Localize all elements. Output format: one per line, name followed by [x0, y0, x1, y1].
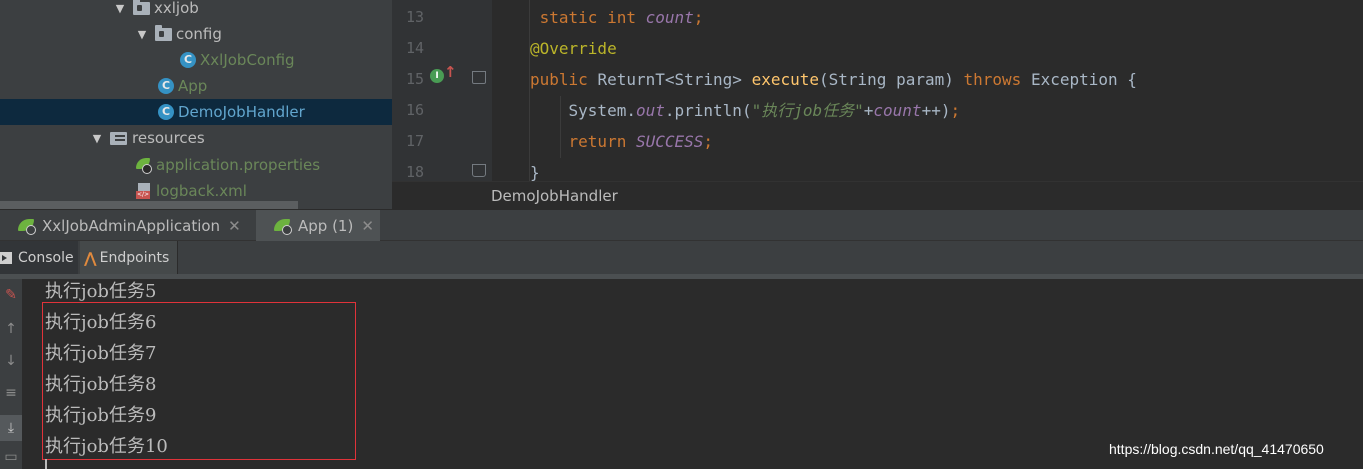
line-number: 18 — [405, 163, 424, 181]
code-token: out — [635, 101, 665, 120]
code-line: } — [530, 157, 540, 181]
code-token: .println( — [664, 101, 752, 120]
line-number: 15 — [405, 70, 424, 88]
tree-item-label: logback.xml — [156, 182, 247, 200]
run-tab-xxljobadminapplication[interactable]: XxlJobAdminApplication ✕ — [0, 210, 256, 241]
tree-item-label: App — [178, 77, 208, 95]
code-token: execute — [751, 70, 819, 89]
tab-console-label: Console — [18, 249, 74, 266]
clear-console-icon[interactable]: ✎ — [0, 287, 22, 303]
code-line: static int count; — [530, 2, 704, 33]
code-token: throws — [963, 70, 1031, 89]
class-icon: C — [180, 52, 196, 68]
code-token: } — [530, 163, 540, 181]
tree-item-label: DemoJobHandler — [178, 103, 305, 121]
console-line: 执行job任务5 — [45, 281, 157, 302]
code-line: public ReturnT<String> execute(String pa… — [530, 64, 1137, 95]
up-arrow-icon[interactable]: ↑ — [0, 321, 22, 337]
close-icon[interactable]: ✕ — [361, 217, 374, 235]
code-token: + — [863, 101, 874, 120]
close-icon[interactable]: ✕ — [228, 217, 241, 235]
class-icon: C — [158, 104, 174, 120]
spring-boot-icon — [18, 218, 36, 235]
code-token: return — [530, 132, 636, 151]
navigate-up-arrow-icon[interactable]: ↑ — [444, 63, 457, 81]
print-icon[interactable]: ▭ — [0, 449, 22, 465]
code-token: ; — [703, 132, 714, 151]
tree-item-application-properties[interactable]: application.properties — [0, 152, 392, 178]
tab-endpoints[interactable]: ⋀ Endpoints — [80, 241, 178, 274]
run-tab-app[interactable]: App (1) ✕ — [256, 210, 380, 241]
folder-icon — [133, 0, 150, 15]
line-number: 14 — [405, 39, 424, 57]
tree-item-xxljob[interactable]: ▼ xxljob — [0, 0, 392, 21]
code-line: @Override — [530, 33, 617, 64]
tree-item-xxljobconfig[interactable]: C XxlJobConfig — [0, 47, 392, 73]
expand-arrow-icon[interactable]: ▼ — [135, 28, 149, 41]
project-tree: ▼ xxljob ▼ config C XxlJobConfig C App C… — [0, 0, 392, 209]
xml-file-icon: </> — [136, 183, 152, 199]
tree-item-label: config — [176, 25, 222, 43]
code-token: ; — [693, 8, 704, 27]
scroll-to-end-icon[interactable]: ⤓ — [0, 415, 22, 441]
code-token: "执行job任务" — [751, 101, 864, 120]
console-side-toolbar: ✎ ↑ ↓ ≡ ⤓ ▭ — [0, 279, 22, 469]
implements-method-icon[interactable]: I — [430, 69, 444, 83]
console-toolbar: Console ⋀ Endpoints — [0, 241, 1363, 274]
console-icon — [0, 251, 12, 264]
code-token: SUCCESS — [635, 132, 704, 151]
code-token: count — [873, 101, 922, 120]
expand-arrow-icon[interactable]: ▼ — [113, 2, 127, 15]
code-token: Exception { — [1030, 70, 1137, 89]
code-token: @Override — [530, 39, 617, 58]
tree-item-resources[interactable]: ▼ resources — [0, 125, 392, 151]
tab-console[interactable]: Console — [0, 241, 78, 274]
watermark: https://blog.csdn.net/qq_41470650 — [1109, 441, 1324, 457]
down-arrow-icon[interactable]: ↓ — [0, 353, 22, 369]
tree-item-label: application.properties — [156, 156, 321, 174]
run-tab-label: App (1) — [298, 216, 354, 235]
code-line: System.out.println("执行job任务"+count++); — [530, 95, 961, 126]
tree-item-label: resources — [132, 129, 205, 147]
fold-marker-icon[interactable] — [472, 164, 486, 177]
highlight-box — [42, 302, 356, 460]
code-token: ++) — [921, 101, 951, 120]
spring-properties-icon — [136, 157, 152, 174]
line-number: 13 — [405, 8, 424, 26]
resources-folder-icon — [110, 131, 128, 145]
line-number: 16 — [405, 101, 424, 119]
spring-class-icon: C — [158, 78, 174, 94]
spring-boot-icon — [274, 218, 292, 235]
tree-item-label: XxlJobConfig — [200, 51, 295, 69]
run-tab-label: XxlJobAdminApplication — [42, 216, 221, 235]
code-line: return SUCCESS; — [530, 126, 714, 157]
tree-item-label: xxljob — [154, 0, 199, 17]
tree-item-config[interactable]: ▼ config — [0, 21, 392, 47]
code-token: ; — [950, 101, 961, 120]
tree-item-demojobhandler[interactable]: C DemoJobHandler — [0, 99, 392, 125]
code-token: count — [645, 8, 694, 27]
tree-horizontal-scrollbar[interactable] — [0, 201, 298, 209]
text-caret — [45, 459, 47, 469]
run-tabs: XxlJobAdminApplication ✕ App (1) ✕ — [0, 209, 1363, 241]
tab-endpoints-label: Endpoints — [99, 249, 170, 266]
code-editor[interactable]: 13 14 15 16 17 18 I ↑ static int count; @… — [392, 0, 1363, 181]
code-token: System. — [530, 101, 636, 120]
code-token: public — [530, 70, 598, 89]
endpoints-icon: ⋀ — [84, 248, 97, 267]
code-token: static int — [530, 8, 646, 27]
tree-item-app[interactable]: C App — [0, 73, 392, 99]
code-token: (String param) — [819, 70, 964, 89]
expand-arrow-icon[interactable]: ▼ — [90, 132, 104, 145]
code-token: ReturnT<String> — [597, 70, 752, 89]
line-number: 17 — [405, 132, 424, 150]
folder-icon — [155, 24, 172, 41]
fold-marker-icon[interactable] — [472, 71, 486, 84]
soft-wrap-icon[interactable]: ≡ — [0, 385, 22, 401]
editor-breadcrumb-bar: DemoJobHandler — [392, 181, 1363, 209]
breadcrumb[interactable]: DemoJobHandler — [491, 187, 618, 205]
